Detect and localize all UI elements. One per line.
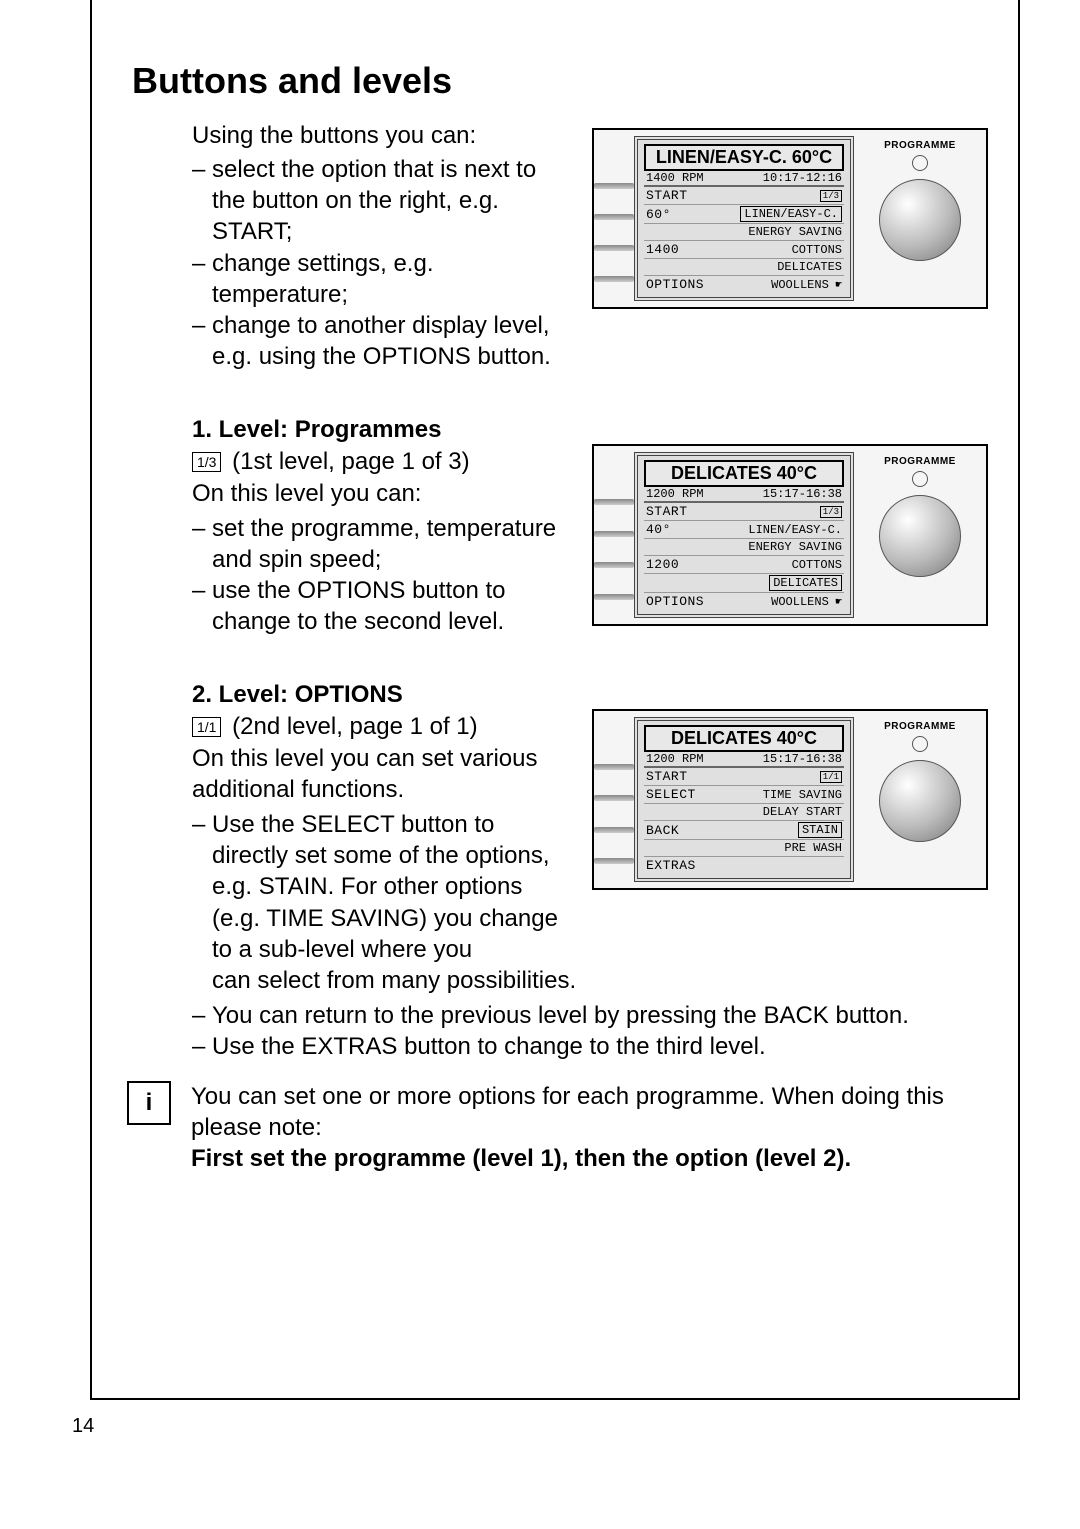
screen-title: LINEN/EASY-C. 60°C <box>644 144 844 171</box>
screen-row: START1/3 <box>644 501 844 520</box>
knob-label: PROGRAMME <box>884 456 956 467</box>
intro-list: select the option that is next to the bu… <box>192 154 572 372</box>
level1-lead: On this level you can: <box>192 478 572 509</box>
level2-row: 2. Level: OPTIONS 1/1 (2nd level, page 1… <box>132 659 988 965</box>
screen-row: EXTRAS <box>644 856 844 874</box>
panel-knob-area: PROGRAMME <box>854 711 986 888</box>
display-panel-1: LINEN/EASY-C. 60°C 1400 RPM 10:17-12:16 … <box>592 128 988 309</box>
level1-item: use the OPTIONS button to change to the … <box>192 575 572 637</box>
panel-screen: DELICATES 40°C 1200 RPM 15:17-16:38 STAR… <box>634 717 854 882</box>
programme-knob[interactable] <box>879 760 961 842</box>
panel-button[interactable] <box>594 764 634 770</box>
panel-side-buttons <box>594 711 634 888</box>
panel-knob-area: PROGRAMME <box>854 130 986 307</box>
page-title: Buttons and levels <box>132 60 988 102</box>
info-icon: i <box>127 1081 171 1125</box>
level2-item: You can return to the previous level by … <box>192 1000 988 1031</box>
clock-icon <box>912 471 928 487</box>
intro-item: change to another display level, e.g. us… <box>192 310 572 372</box>
screen-row: ENERGY SAVING <box>644 223 844 240</box>
screen-time: 15:17-16:38 <box>763 487 842 501</box>
programme-knob[interactable] <box>879 495 961 577</box>
clock-icon <box>912 155 928 171</box>
screen-row: SELECTTIME SAVING <box>644 785 844 803</box>
panel-button[interactable] <box>594 562 634 568</box>
screen-subhead: 1200 RPM 15:17-16:38 <box>644 487 844 501</box>
level2-list-part1: Use the SELECT button to directly set so… <box>192 809 572 965</box>
knob-label: PROGRAMME <box>884 721 956 732</box>
panel-knob-area: PROGRAMME <box>854 446 986 624</box>
panel-side-buttons <box>594 130 634 307</box>
screen-row: PRE WASH <box>644 839 844 856</box>
screen-row: OPTIONSWOOLLENS <box>644 592 844 610</box>
info-text: You can set one or more options for each… <box>191 1081 988 1175</box>
level1-list: set the programme, temperature and spin … <box>192 513 572 638</box>
display-panel-3: DELICATES 40°C 1200 RPM 15:17-16:38 STAR… <box>592 709 988 890</box>
level2-lead: On this level you can set various additi… <box>192 743 572 805</box>
intro-text: Using the buttons you can: select the op… <box>192 122 572 372</box>
panel-button[interactable] <box>594 214 634 220</box>
intro-item: change settings, e.g. temperature; <box>192 248 572 310</box>
screen-time: 15:17-16:38 <box>763 752 842 766</box>
level2-item: Use the EXTRAS button to change to the t… <box>192 1031 988 1062</box>
programme-knob[interactable] <box>879 179 961 261</box>
screen-time: 10:17-12:16 <box>763 171 842 185</box>
panel-button[interactable] <box>594 245 634 251</box>
screen-row: 1400COTTONS <box>644 240 844 258</box>
screen-row: START1/3 <box>644 185 844 204</box>
intro-item: select the option that is next to the bu… <box>192 154 572 248</box>
panel-button[interactable] <box>594 795 634 801</box>
display-panel-2: DELICATES 40°C 1200 RPM 15:17-16:38 STAR… <box>592 444 988 626</box>
knob-label: PROGRAMME <box>884 140 956 151</box>
screen-row: 40°LINEN/EASY-C. <box>644 520 844 538</box>
panel-button[interactable] <box>594 858 634 864</box>
level2-pageinfo: 1/1 (2nd level, page 1 of 1) <box>192 711 572 742</box>
info-bold: First set the programme (level 1), then … <box>191 1145 851 1172</box>
panel-button[interactable] <box>594 531 634 537</box>
screen-row: DELAY START <box>644 803 844 820</box>
intro-row: Using the buttons you can: select the op… <box>132 122 988 372</box>
screen-subhead: 1400 RPM 10:17-12:16 <box>644 171 844 185</box>
panel-button[interactable] <box>594 183 634 189</box>
page-number: 14 <box>72 1415 94 1438</box>
level2-heading: 2. Level: OPTIONS <box>192 681 572 709</box>
page-indicator-icon: 1/3 <box>192 452 221 472</box>
info-note: i You can set one or more options for ea… <box>132 1081 988 1175</box>
screen-subhead: 1200 RPM 15:17-16:38 <box>644 752 844 766</box>
screen-row: DELICATES <box>644 573 844 592</box>
level2-item-cont: can select from many possibilities. <box>212 965 988 996</box>
screen-row: BACKSTAIN <box>644 820 844 839</box>
level1-pageinfo: 1/3 (1st level, page 1 of 3) <box>192 446 572 477</box>
screen-rpm: 1400 RPM <box>646 171 704 185</box>
level1-heading: 1. Level: Programmes <box>192 416 572 444</box>
panel-button[interactable] <box>594 827 634 833</box>
panel-button[interactable] <box>594 499 634 505</box>
panel-button[interactable] <box>594 594 634 600</box>
panel-button[interactable] <box>594 276 634 282</box>
screen-rpm: 1200 RPM <box>646 487 704 501</box>
screen-rpm: 1200 RPM <box>646 752 704 766</box>
panel-side-buttons <box>594 446 634 624</box>
level1-text: 1. Level: Programmes 1/3 (1st level, pag… <box>192 394 572 637</box>
screen-row: 60°LINEN/EASY-C. <box>644 204 844 223</box>
screen-row: DELICATES <box>644 258 844 275</box>
level1-row: 1. Level: Programmes 1/3 (1st level, pag… <box>132 394 988 637</box>
panel-screen: LINEN/EASY-C. 60°C 1400 RPM 10:17-12:16 … <box>634 136 854 301</box>
screen-title: DELICATES 40°C <box>644 725 844 752</box>
clock-icon <box>912 736 928 752</box>
level2-item: Use the SELECT button to directly set so… <box>192 809 572 965</box>
screen-row: OPTIONSWOOLLENS <box>644 275 844 293</box>
screen-row: START1/1 <box>644 766 844 785</box>
manual-page: Buttons and levels Using the buttons you… <box>90 0 1020 1400</box>
page-indicator-icon: 1/1 <box>192 717 221 737</box>
level2-list-part2: You can return to the previous level by … <box>192 1000 988 1062</box>
level1-item: set the programme, temperature and spin … <box>192 513 572 575</box>
screen-title: DELICATES 40°C <box>644 460 844 487</box>
panel-screen: DELICATES 40°C 1200 RPM 15:17-16:38 STAR… <box>634 452 854 618</box>
intro-lead: Using the buttons you can: <box>192 122 572 150</box>
level2-text: 2. Level: OPTIONS 1/1 (2nd level, page 1… <box>192 659 572 965</box>
screen-row: 1200COTTONS <box>644 555 844 573</box>
screen-row: ENERGY SAVING <box>644 538 844 555</box>
